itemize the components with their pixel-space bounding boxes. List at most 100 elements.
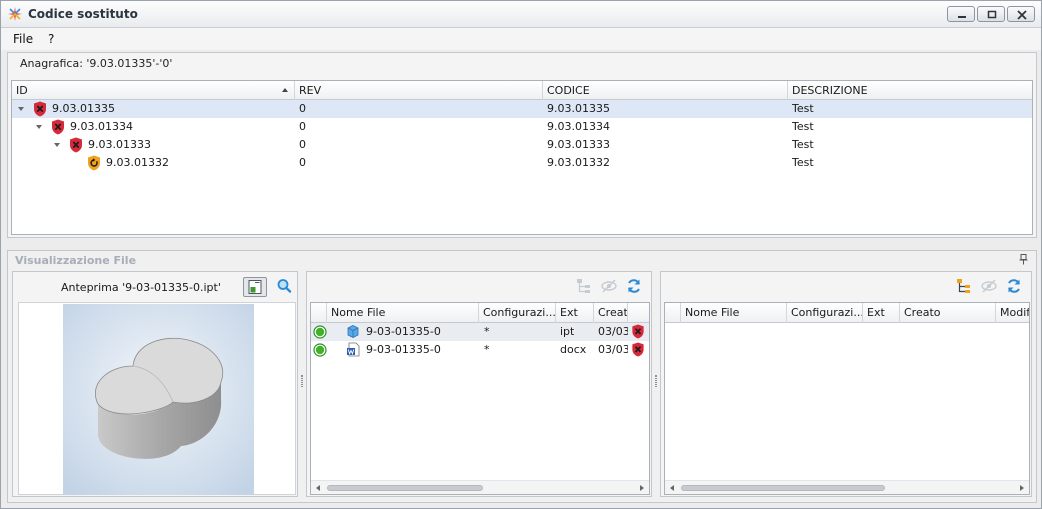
column-header-nome-file-label: Nome File xyxy=(331,306,386,319)
horizontal-scrollbar[interactable] xyxy=(311,480,649,494)
row-rev: 0 xyxy=(299,156,306,169)
right-splitter[interactable] xyxy=(655,375,657,387)
file-config: * xyxy=(484,343,490,356)
tree-row[interactable]: 9.03.01334 0 9.03.01334 Test xyxy=(12,118,1032,136)
refresh-icon[interactable] xyxy=(1005,277,1023,295)
column-header-nome-file-label: Nome File xyxy=(685,306,740,319)
expand-arrow-icon[interactable] xyxy=(36,125,42,129)
hide-icon[interactable] xyxy=(980,277,998,295)
column-header-creato-label: Creato xyxy=(598,306,628,319)
layout-toggle-icon xyxy=(248,280,262,294)
expand-arrow-icon[interactable] xyxy=(54,143,60,147)
expand-arrow-icon[interactable] xyxy=(18,107,24,111)
column-header-creato[interactable]: Creato xyxy=(594,303,628,323)
anagrafica-caption: Anagrafica: '9.03.01335'-'0' xyxy=(20,57,173,70)
menu-bar: File ? xyxy=(1,28,1041,50)
pin-icon[interactable] xyxy=(1019,254,1028,265)
row-id: 9.03.01335 xyxy=(52,102,115,115)
hierarchy-icon[interactable] xyxy=(575,277,593,295)
source-files-grid[interactable]: Nome File Configurazi... Ext Creato 9-03… xyxy=(310,302,650,495)
column-header-ext[interactable]: Ext xyxy=(863,303,900,323)
shield-x-icon xyxy=(52,119,64,135)
column-header-extra[interactable] xyxy=(628,303,649,323)
target-files-grid[interactable]: Nome File Configurazi... Ext Creato Modi… xyxy=(664,302,1030,495)
shield-x-icon xyxy=(34,101,46,117)
column-header-id[interactable]: ID xyxy=(12,81,295,100)
file-row[interactable]: 9-03-01335-0 * ipt 03/03 xyxy=(311,323,649,341)
column-header-ext-label: Ext xyxy=(560,306,578,319)
maximize-button[interactable] xyxy=(977,6,1005,22)
part-preview-image[interactable] xyxy=(63,304,254,495)
row-rev: 0 xyxy=(299,120,306,133)
title-bar[interactable]: Codice sostituto xyxy=(1,1,1041,28)
scroll-left-arrow-icon[interactable] xyxy=(316,485,320,491)
tree-row[interactable]: 9.03.01333 0 9.03.01333 Test xyxy=(12,136,1032,154)
column-header-descrizione[interactable]: DESCRIZIONE xyxy=(788,81,1032,100)
column-header-nome-file[interactable]: Nome File xyxy=(681,303,787,323)
column-header-rev[interactable]: REV xyxy=(295,81,543,100)
column-header-ext-label: Ext xyxy=(867,306,885,319)
column-header-status[interactable] xyxy=(665,303,681,323)
source-files-panel: Nome File Configurazi... Ext Creato 9-03… xyxy=(306,271,652,497)
row-codice: 9.03.01333 xyxy=(547,138,610,151)
file-view-panel: Visualizzazione File Anteprima '9-03-013… xyxy=(7,250,1037,503)
column-header-status[interactable] xyxy=(311,303,327,323)
tree-row[interactable]: 9.03.01332 0 9.03.01332 Test xyxy=(12,154,1032,172)
zoom-button[interactable] xyxy=(273,277,297,297)
scroll-right-arrow-icon[interactable] xyxy=(1020,485,1024,491)
file-created: 03/03 xyxy=(598,343,628,356)
left-splitter[interactable] xyxy=(301,375,303,387)
anagrafica-tree-grid[interactable]: ID REV CODICE DESCRIZIONE 9.03.01335 0 9… xyxy=(11,80,1033,235)
column-header-nome-file[interactable]: Nome File xyxy=(327,303,479,323)
column-header-codice[interactable]: CODICE xyxy=(543,81,788,100)
row-rev: 0 xyxy=(299,102,306,115)
shield-x-icon xyxy=(70,137,82,153)
scroll-right-arrow-icon[interactable] xyxy=(640,485,644,491)
column-header-rev-label: REV xyxy=(299,84,322,97)
row-descrizione: Test xyxy=(792,102,814,115)
target-files-panel: Nome File Configurazi... Ext Creato Modi… xyxy=(660,271,1032,497)
scrollbar-thumb[interactable] xyxy=(327,485,483,491)
row-rev: 0 xyxy=(299,138,306,151)
tree-row[interactable]: 9.03.01335 0 9.03.01335 Test xyxy=(12,100,1032,118)
minimize-button[interactable] xyxy=(947,6,975,22)
anagrafica-group: Anagrafica: '9.03.01335'-'0' ID REV CODI… xyxy=(7,52,1037,238)
file-config: * xyxy=(484,325,490,338)
file-view-title: Visualizzazione File xyxy=(15,254,137,267)
column-header-creato[interactable]: Creato xyxy=(900,303,996,323)
grid-header: ID REV CODICE DESCRIZIONE xyxy=(12,81,1032,100)
column-header-modificato[interactable]: Modific xyxy=(996,303,1029,323)
preview-panel: Anteprima '9-03-01335-0.ipt' xyxy=(12,271,298,497)
column-header-configurazione[interactable]: Configurazi... xyxy=(787,303,863,323)
row-descrizione: Test xyxy=(792,120,814,133)
status-ok-icon xyxy=(313,343,327,357)
row-descrizione: Test xyxy=(792,138,814,151)
row-id: 9.03.01333 xyxy=(88,138,151,151)
preview-title: Anteprima '9-03-01335-0.ipt' xyxy=(61,281,221,294)
file-row[interactable]: 9-03-01335-0 * docx 03/03 xyxy=(311,341,649,359)
status-ok-icon xyxy=(313,325,327,339)
hierarchy-icon[interactable] xyxy=(955,277,973,295)
file-created: 03/03 xyxy=(598,325,628,338)
layout-toggle-button[interactable] xyxy=(243,277,267,297)
refresh-icon[interactable] xyxy=(625,277,643,295)
menu-file[interactable]: File xyxy=(13,32,33,46)
column-header-id-label: ID xyxy=(16,84,28,97)
scroll-left-arrow-icon[interactable] xyxy=(670,485,674,491)
hide-icon[interactable] xyxy=(600,277,618,295)
grid-header: Nome File Configurazi... Ext Creato Modi… xyxy=(665,303,1029,323)
column-header-modificato-label: Modific xyxy=(1000,306,1029,319)
file-name: 9-03-01335-0 xyxy=(366,325,441,338)
file-ext: docx xyxy=(560,343,587,356)
column-header-configurazione-label: Configurazi... xyxy=(483,306,556,319)
row-codice: 9.03.01334 xyxy=(547,120,610,133)
shield-x-icon xyxy=(632,324,644,339)
shield-refresh-icon xyxy=(88,155,100,171)
column-header-configurazione[interactable]: Configurazi... xyxy=(479,303,556,323)
close-button[interactable] xyxy=(1007,6,1035,22)
column-header-ext[interactable]: Ext xyxy=(556,303,594,323)
row-id: 9.03.01334 xyxy=(70,120,133,133)
menu-help[interactable]: ? xyxy=(48,32,54,46)
horizontal-scrollbar[interactable] xyxy=(665,480,1029,494)
scrollbar-thumb[interactable] xyxy=(681,485,885,491)
